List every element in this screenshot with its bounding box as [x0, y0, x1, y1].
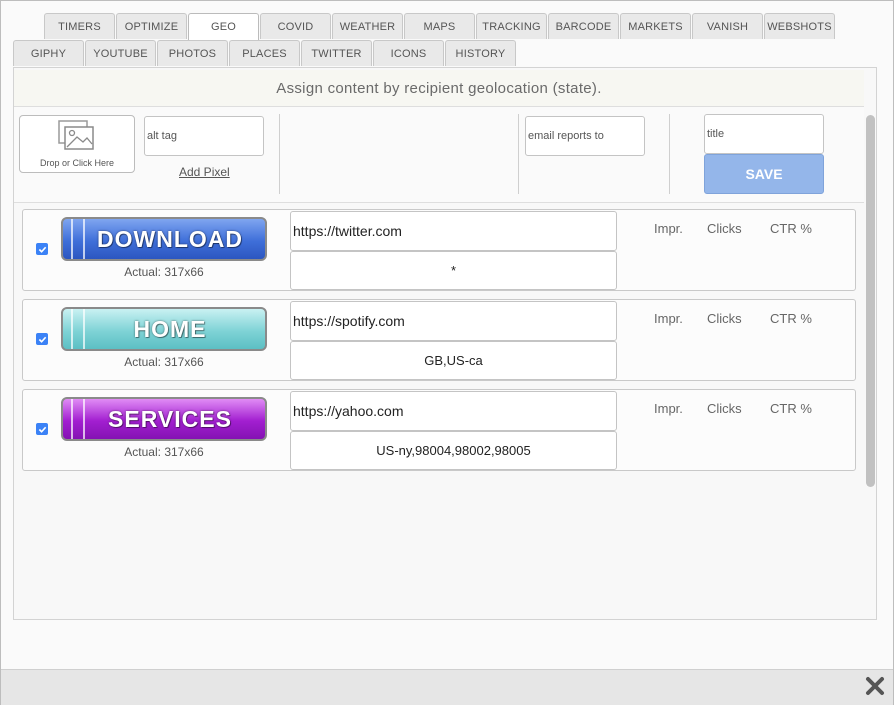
tab-history[interactable]: HISTORY — [445, 40, 516, 66]
actual-size: Actual: 317x66 — [124, 445, 204, 459]
geo-input[interactable]: GB,US-ca — [290, 341, 617, 380]
tab-tracking[interactable]: TRACKING — [476, 13, 547, 39]
tab-covid[interactable]: COVID — [260, 13, 331, 39]
checkmark-icon — [38, 336, 46, 343]
checkmark-icon — [38, 246, 46, 253]
clicks-label: Clicks — [707, 221, 742, 236]
geo-input[interactable]: US-ny,98004,98002,98005 — [290, 431, 617, 470]
add-pixel-link[interactable]: Add Pixel — [179, 165, 230, 179]
tab-photos[interactable]: PHOTOS — [157, 40, 228, 66]
tab-optimize[interactable]: OPTIMIZE — [116, 13, 187, 39]
divider — [279, 114, 280, 194]
list-item: DOWNLOAD Actual: 317x66 https://twitter.… — [22, 209, 856, 291]
list-item: SERVICES Actual: 317x66 https://yahoo.co… — [22, 389, 856, 471]
url-input[interactable]: https://yahoo.com — [290, 391, 617, 431]
button-image-label: DOWNLOAD — [97, 225, 243, 252]
impressions-label: Impr. — [654, 221, 683, 236]
tab-barcode[interactable]: BARCODE — [548, 13, 619, 39]
row-checkbox[interactable] — [36, 243, 48, 255]
button-image-label: SERVICES — [108, 405, 232, 432]
image-icon — [57, 119, 97, 158]
ctr-label: CTR % — [770, 401, 812, 416]
tab-vanish[interactable]: VANISH — [692, 13, 763, 39]
row-checkbox[interactable] — [36, 423, 48, 435]
url-input[interactable]: https://spotify.com — [290, 301, 617, 341]
ctr-label: CTR % — [770, 311, 812, 326]
tab-weather[interactable]: WEATHER — [332, 13, 403, 39]
divider — [518, 114, 519, 194]
dropzone-label: Drop or Click Here — [39, 158, 115, 168]
tab-twitter[interactable]: TWITTER — [301, 40, 372, 66]
button-image-preview[interactable]: SERVICES — [61, 397, 267, 441]
image-dropzone[interactable]: Drop or Click Here — [19, 115, 135, 173]
button-image-preview[interactable]: HOME — [61, 307, 267, 351]
ctr-label: CTR % — [770, 221, 812, 236]
save-button[interactable]: SAVE — [704, 154, 824, 194]
alt-tag-input[interactable]: alt tag — [144, 116, 264, 156]
tab-maps[interactable]: MAPS — [404, 13, 475, 39]
tab-youtube[interactable]: YOUTUBE — [85, 40, 156, 66]
actual-size: Actual: 317x66 — [124, 265, 204, 279]
button-image-preview[interactable]: DOWNLOAD — [61, 217, 267, 261]
list-item: HOME Actual: 317x66 https://spotify.com … — [22, 299, 856, 381]
button-image-label: HOME — [133, 315, 207, 342]
geo-input[interactable]: * — [290, 251, 617, 290]
actual-size: Actual: 317x66 — [124, 355, 204, 369]
clicks-label: Clicks — [707, 401, 742, 416]
tab-icons[interactable]: ICONS — [373, 40, 444, 66]
tab-timers[interactable]: TIMERS — [44, 13, 115, 39]
tab-markets[interactable]: MARKETS — [620, 13, 691, 39]
impressions-label: Impr. — [654, 401, 683, 416]
email-reports-input[interactable]: email reports to — [525, 116, 645, 156]
tab-geo[interactable]: GEO — [188, 13, 259, 40]
checkmark-icon — [38, 426, 46, 433]
tab-places[interactable]: PLACES — [229, 40, 300, 66]
geo-banner: Assign content by recipient geolocation … — [14, 70, 864, 107]
tab-webshots[interactable]: WEBSHOTS — [764, 13, 835, 39]
url-input[interactable]: https://twitter.com — [290, 211, 617, 251]
title-input[interactable]: title — [704, 114, 824, 154]
impressions-label: Impr. — [654, 311, 683, 326]
close-icon[interactable] — [864, 675, 886, 697]
divider — [669, 114, 670, 194]
tab-giphy[interactable]: GIPHY — [13, 40, 84, 66]
row-checkbox[interactable] — [36, 333, 48, 345]
modal-footer — [1, 669, 893, 705]
vertical-scrollbar[interactable] — [866, 115, 875, 487]
clicks-label: Clicks — [707, 311, 742, 326]
